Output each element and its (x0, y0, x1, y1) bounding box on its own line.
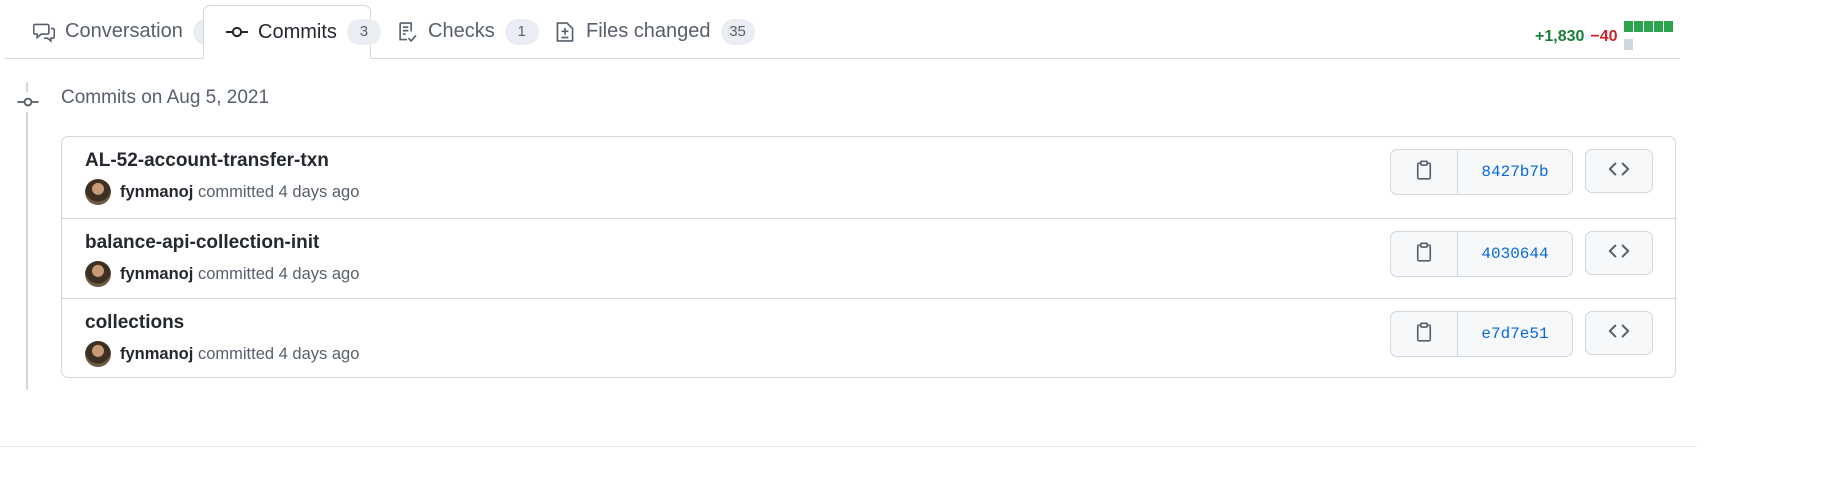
commit-meta: fynmanoj committed 4 days ago (85, 261, 359, 287)
commit-group-title: Commits on Aug 5, 2021 (61, 87, 270, 108)
clipboard-icon (1415, 241, 1433, 267)
copy-sha-button[interactable] (1391, 232, 1458, 276)
copy-sha-button[interactable] (1391, 312, 1458, 356)
commit-time: 4 days ago (278, 344, 360, 363)
timeline-line (26, 82, 28, 390)
commit-title-link[interactable]: collections (85, 312, 184, 334)
commit-author-link[interactable]: fynmanoj (120, 183, 193, 201)
commit-action: committed (197, 344, 275, 363)
code-icon (1608, 161, 1630, 182)
tab-checks-label: Checks (428, 20, 495, 42)
commit-author-link[interactable]: fynmanoj (120, 345, 193, 363)
checklist-icon (396, 21, 418, 43)
commit-meta: fynmanoj committed 4 days ago (85, 179, 359, 205)
code-icon (1608, 323, 1630, 344)
tab-files-changed-label: Files changed (586, 20, 711, 42)
commit-author-link[interactable]: fynmanoj (120, 265, 193, 283)
diffstat: +1,830 −40 (1535, 19, 1680, 55)
commit-list: AL-52-account-transfer-txn fynmanoj comm… (61, 136, 1676, 378)
diffstat-deletions: −40 (1590, 28, 1618, 45)
commit-sha-link[interactable]: e7d7e51 (1458, 312, 1572, 356)
commit-title-link[interactable]: AL-52-account-transfer-txn (85, 150, 329, 172)
commit-row: balance-api-collection-init fynmanoj com… (62, 218, 1675, 298)
commit-sha-button-group: e7d7e51 (1390, 311, 1573, 357)
commit-time: 4 days ago (278, 264, 360, 283)
copy-sha-button[interactable] (1391, 150, 1458, 194)
diffstat-box (1643, 21, 1653, 32)
avatar[interactable] (85, 341, 111, 367)
clipboard-icon (1415, 321, 1433, 347)
divider (0, 446, 1697, 447)
clipboard-icon (1415, 159, 1433, 185)
tab-commits-label: Commits (258, 20, 337, 43)
tab-commits[interactable]: Commits 3 (203, 5, 381, 59)
tab-files-changed-counter: 35 (720, 18, 755, 45)
commit-sha-link[interactable]: 4030644 (1458, 232, 1572, 276)
commit-action: committed (197, 182, 275, 201)
diffstat-box (1623, 21, 1633, 32)
git-commit-icon (226, 21, 248, 43)
diffstat-box (1653, 21, 1663, 32)
commit-title-link[interactable]: balance-api-collection-init (85, 232, 319, 254)
comment-discussion-icon (33, 21, 55, 43)
avatar[interactable] (85, 179, 111, 205)
code-icon (1608, 243, 1630, 264)
diffstat-box (1663, 21, 1673, 32)
avatar[interactable] (85, 261, 111, 287)
commit-sha-button-group: 8427b7b (1390, 149, 1573, 195)
commit-sha-button-group: 4030644 (1390, 231, 1573, 277)
browse-repo-at-commit-button[interactable] (1585, 149, 1653, 193)
git-commit-icon (15, 92, 41, 112)
browse-repo-at-commit-button[interactable] (1585, 311, 1653, 355)
commit-row: collections fynmanoj committed 4 days ag… (62, 298, 1675, 378)
commit-action: committed (197, 264, 275, 283)
tab-conversation-label: Conversation (65, 20, 183, 42)
commit-row: AL-52-account-transfer-txn fynmanoj comm… (62, 137, 1675, 217)
file-diff-icon (554, 21, 576, 43)
diffstat-additions: +1,830 (1535, 28, 1585, 45)
browse-repo-at-commit-button[interactable] (1585, 231, 1653, 275)
diffstat-bar (1623, 19, 1680, 55)
commit-sha-link[interactable]: 8427b7b (1458, 150, 1572, 194)
diffstat-box (1633, 21, 1643, 32)
commit-meta: fynmanoj committed 4 days ago (85, 341, 359, 367)
tab-files-changed[interactable]: Files changed 35 (532, 5, 777, 58)
commit-time: 4 days ago (278, 182, 360, 201)
diffstat-box (1623, 39, 1633, 50)
pr-tab-bar: Conversation 0 Commits 3 Checks 1 Files … (5, 0, 1680, 59)
